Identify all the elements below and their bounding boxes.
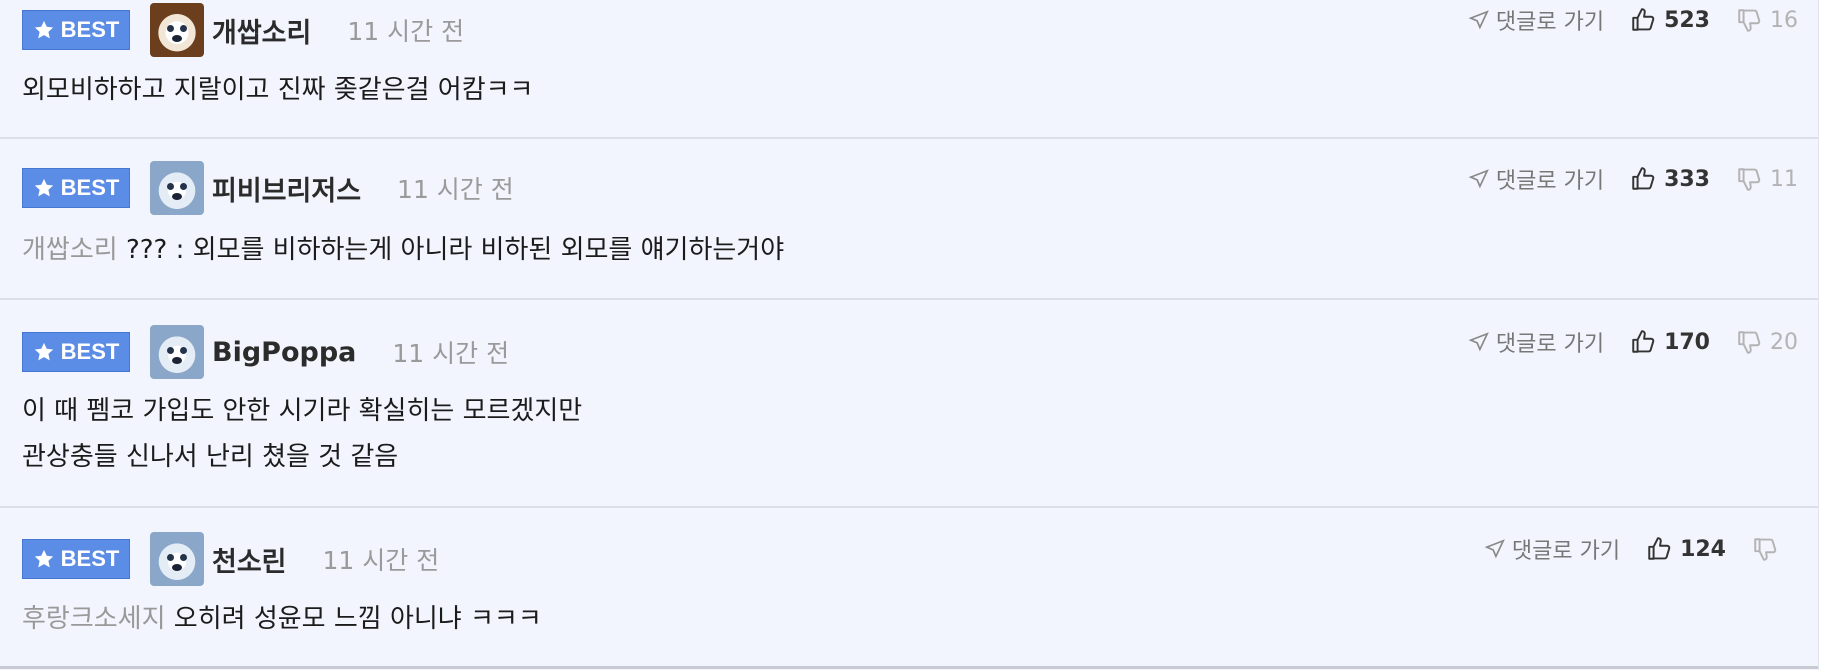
best-badge: BEST	[22, 10, 130, 50]
avatar[interactable]	[150, 325, 204, 379]
reply-mention[interactable]: 후랑크소세지	[22, 604, 166, 634]
comment-body: 개쌉소리 ??? : 외모를 비하하는게 아니라 비하된 외모를 얘기하는거야	[22, 227, 784, 273]
thumbs-down-icon	[1754, 538, 1777, 561]
timestamp: 11 시간 전	[397, 175, 514, 204]
comment-item: BEST BigPoppa 11 시간 전 댓글로 가기 170 20 이 때	[0, 300, 1818, 508]
downvote-count: 16	[1770, 7, 1798, 33]
send-arrow-icon	[1468, 332, 1489, 352]
comment-text-line: ??? : 외모를 비하하는게 아니라 비하된 외모를 얘기하는거야	[125, 235, 785, 265]
best-badge-label: BEST	[60, 17, 120, 42]
nickname[interactable]: 피비브리저스	[212, 169, 361, 208]
comment-text-line: 이 때 펨코 가입도 안한 시기라 확실히는 모르겠지만	[22, 396, 583, 426]
comment-header: BEST 개쌉소리 11 시간 전	[22, 3, 464, 57]
star-icon	[34, 342, 53, 361]
thumbs-up-icon	[1632, 330, 1655, 353]
comment-actions: 댓글로 가기 170 20	[1468, 322, 1798, 362]
timestamp: 11 시간 전	[347, 17, 465, 46]
downvote-count: 11	[1770, 166, 1798, 192]
star-icon	[34, 549, 53, 568]
downvote-button[interactable]	[1752, 536, 1786, 562]
goto-reply-link[interactable]: 댓글로 가기	[1468, 4, 1604, 36]
upvote-button[interactable]: 523	[1630, 7, 1710, 33]
thumbs-down-icon	[1738, 9, 1761, 32]
reply-mention[interactable]: 개쌉소리	[22, 235, 118, 265]
nickname[interactable]: 개쌉소리	[212, 11, 311, 50]
best-badge: BEST	[22, 539, 130, 579]
downvote-button[interactable]: 20	[1736, 329, 1798, 355]
send-arrow-icon	[1468, 169, 1489, 189]
goto-reply-link[interactable]: 댓글로 가기	[1468, 163, 1604, 195]
avatar[interactable]	[150, 3, 204, 57]
avatar[interactable]	[150, 161, 204, 215]
nickname[interactable]: 천소린	[212, 540, 287, 579]
upvote-count: 170	[1664, 329, 1710, 355]
comment-header: BEST BigPoppa 11 시간 전	[22, 325, 509, 379]
list-bottom-divider	[0, 666, 1818, 669]
send-arrow-icon	[1484, 539, 1505, 559]
downvote-button[interactable]: 16	[1736, 7, 1798, 33]
star-icon	[34, 20, 53, 39]
comment-actions: 댓글로 가기 124	[1484, 529, 1786, 569]
send-arrow-icon	[1468, 10, 1489, 30]
best-badge-label: BEST	[60, 339, 120, 364]
comment-body: 외모비하하고 지랄이고 진짜 좆같은걸 어캄ㅋㅋ	[22, 67, 533, 113]
comment-list: BEST 개쌉소리 11 시간 전 댓글로 가기 523 16 외모비하하고 지…	[0, 0, 1819, 670]
thumbs-down-icon	[1738, 168, 1761, 191]
comment-body: 이 때 펨코 가입도 안한 시기라 확실히는 모르겠지만 관상충들 신나서 난리…	[22, 388, 582, 480]
upvote-button[interactable]: 170	[1630, 329, 1710, 355]
comment-text-line: 오히려 성윤모 느낌 아니냐 ㅋㅋㅋ	[173, 604, 542, 634]
timestamp: 11 시간 전	[392, 339, 510, 368]
goto-reply-link[interactable]: 댓글로 가기	[1484, 533, 1620, 565]
avatar[interactable]	[150, 532, 204, 586]
upvote-count: 124	[1680, 536, 1726, 562]
thumbs-up-icon	[1632, 167, 1655, 190]
comment-actions: 댓글로 가기 333 11	[1468, 159, 1798, 199]
goto-reply-link[interactable]: 댓글로 가기	[1468, 326, 1604, 358]
comment-text-line: 외모비하하고 지랄이고 진짜 좆같은걸 어캄ㅋㅋ	[22, 75, 534, 105]
comment-header: BEST 천소린 11 시간 전	[22, 532, 439, 586]
goto-reply-label: 댓글로 가기	[1511, 539, 1621, 564]
comment-text-line: 관상충들 신나서 난리 쳤을 것 같음	[22, 442, 399, 472]
comment-item: BEST 천소린 11 시간 전 댓글로 가기 124 후랑크소세지 오히려 성…	[0, 508, 1818, 666]
best-badge: BEST	[22, 332, 130, 372]
goto-reply-label: 댓글로 가기	[1495, 10, 1605, 35]
best-badge-label: BEST	[60, 546, 120, 571]
comment-body: 후랑크소세지 오히려 성윤모 느낌 아니냐 ㅋㅋㅋ	[22, 596, 542, 642]
upvote-button[interactable]: 124	[1646, 536, 1726, 562]
best-badge: BEST	[22, 168, 130, 208]
comment-header: BEST 피비브리저스 11 시간 전	[22, 161, 514, 215]
comment-item: BEST 피비브리저스 11 시간 전 댓글로 가기 333 11 개쌉소리 ?…	[0, 139, 1818, 300]
upvote-count: 333	[1664, 166, 1710, 192]
comment-item: BEST 개쌉소리 11 시간 전 댓글로 가기 523 16 외모비하하고 지…	[0, 0, 1818, 139]
thumbs-up-icon	[1648, 537, 1671, 560]
best-badge-label: BEST	[60, 175, 120, 200]
upvote-count: 523	[1664, 7, 1710, 33]
thumbs-down-icon	[1738, 331, 1761, 354]
goto-reply-label: 댓글로 가기	[1495, 169, 1605, 194]
comment-actions: 댓글로 가기 523 16	[1468, 0, 1798, 40]
upvote-button[interactable]: 333	[1630, 166, 1710, 192]
downvote-button[interactable]: 11	[1736, 166, 1798, 192]
star-icon	[34, 178, 53, 197]
timestamp: 11 시간 전	[322, 546, 440, 575]
thumbs-up-icon	[1632, 8, 1655, 31]
nickname[interactable]: BigPoppa	[212, 337, 356, 368]
downvote-count: 20	[1770, 329, 1798, 355]
goto-reply-label: 댓글로 가기	[1495, 332, 1605, 357]
